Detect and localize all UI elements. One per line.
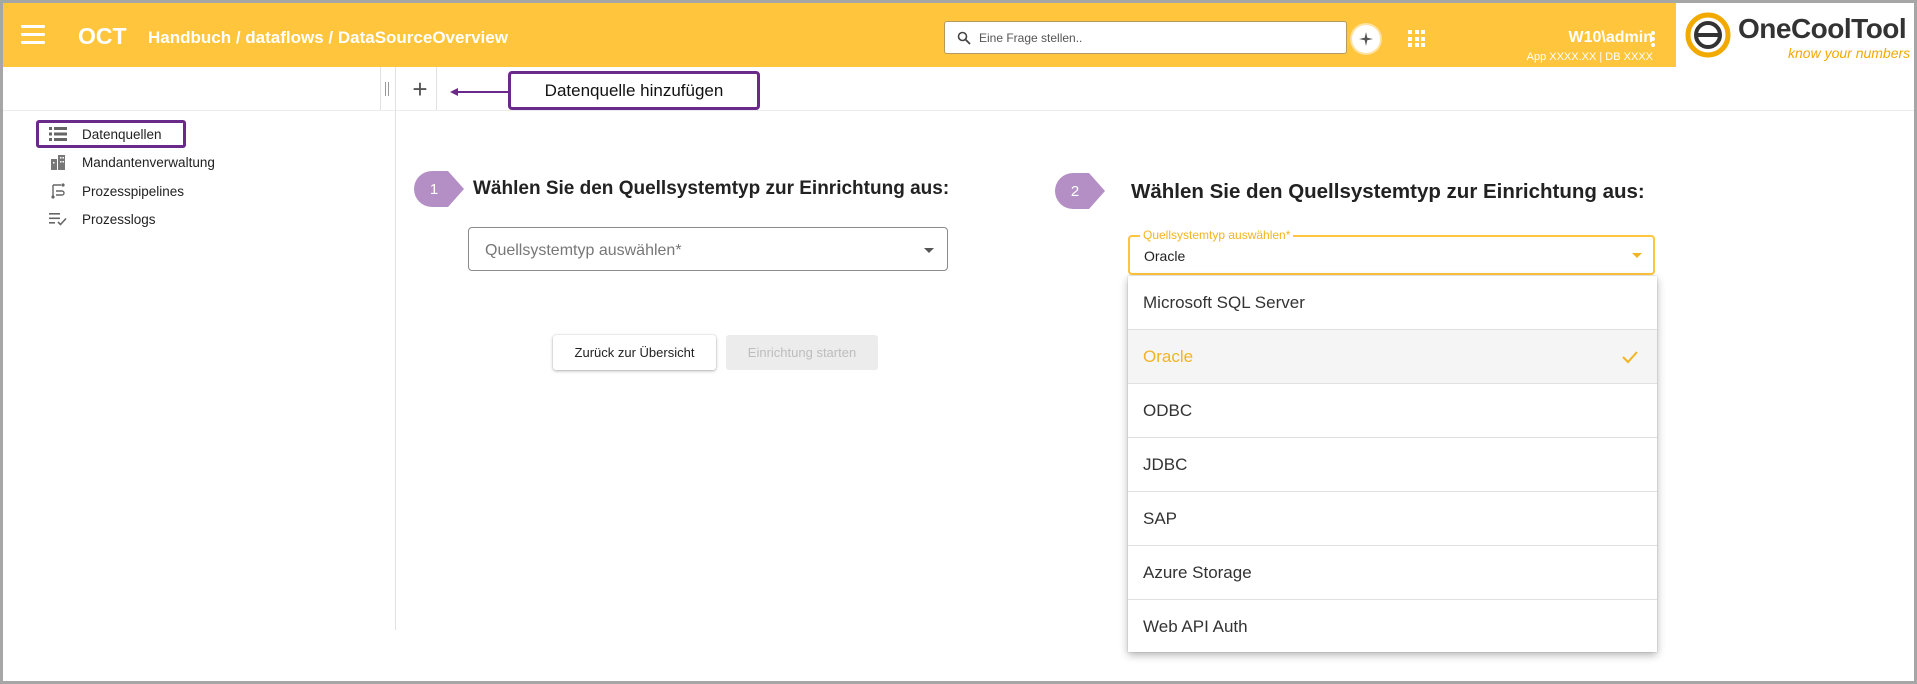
toolbar-bottom-border — [3, 110, 1914, 111]
sidebar-item-mandantenverwaltung[interactable]: Mandantenverwaltung — [48, 151, 215, 173]
chevron-down-icon — [1632, 253, 1642, 258]
list-icon — [48, 126, 68, 142]
logo-name: OneCoolTool — [1738, 13, 1907, 44]
sidebar-item-prozesslogs[interactable]: Prozesslogs — [48, 208, 156, 230]
sidebar-item-label: Mandantenverwaltung — [82, 154, 215, 170]
hamburger-menu-icon[interactable] — [21, 25, 45, 45]
step-badge-1: 1 — [414, 171, 464, 207]
pipeline-icon — [48, 183, 68, 199]
top-bar: OCT Handbuch / dataflows / DataSourceOve… — [3, 3, 1914, 67]
log-check-icon — [48, 211, 68, 227]
search-box[interactable] — [944, 21, 1347, 54]
annotation-callout: Datenquelle hinzufügen — [508, 71, 760, 110]
app-window: OCT Handbuch / dataflows / DataSourceOve… — [3, 3, 1914, 681]
sidebar-item-label: Prozesslogs — [82, 211, 156, 227]
source-type-dropdown: Microsoft SQL Server Oracle ODBC JDBC SA… — [1128, 276, 1657, 652]
toolbar-divider — [395, 67, 396, 110]
sidebar-item-label: Datenquellen — [82, 126, 162, 142]
brand-logo: OneCoolTool know your numbers — [1676, 3, 1914, 67]
dropdown-option[interactable]: Web API Auth — [1128, 600, 1657, 654]
option-label: Oracle — [1143, 347, 1194, 366]
buildings-icon — [48, 154, 68, 170]
source-type-select[interactable]: Quellsystemtyp auswählen* — [468, 227, 948, 271]
step-badge-number: 2 — [1071, 183, 1079, 200]
breadcrumb: Handbuch / dataflows / DataSourceOvervie… — [148, 28, 508, 47]
search-input[interactable] — [979, 28, 1334, 48]
user-name[interactable]: W10\admin — [1503, 29, 1653, 47]
logo-mark-icon — [1685, 12, 1731, 58]
version-info: App XXXX.XX | DB XXXX — [1526, 51, 1653, 63]
sidebar-item-prozesspipelines[interactable]: Prozesspipelines — [48, 180, 184, 202]
option-label: JDBC — [1143, 455, 1188, 474]
toolbar-divider — [380, 67, 381, 110]
select-value: Oracle — [1144, 248, 1186, 264]
sidebar-item-datenquellen[interactable]: Datenquellen — [48, 123, 162, 145]
dropdown-option-selected[interactable]: Oracle — [1128, 330, 1657, 384]
step-title: Wählen Sie den Quellsystemtyp zur Einric… — [473, 178, 950, 199]
dropdown-option[interactable]: SAP — [1128, 492, 1657, 546]
annotation-arrow-icon — [450, 88, 510, 96]
dropdown-option[interactable]: Microsoft SQL Server — [1128, 276, 1657, 330]
add-datasource-button[interactable]: + — [405, 75, 435, 105]
toolbar-divider — [436, 67, 437, 110]
source-type-select-open[interactable]: Quellsystemtyp auswählen* Oracle — [1128, 228, 1655, 275]
dropdown-option[interactable]: Azure Storage — [1128, 546, 1657, 600]
option-label: ODBC — [1143, 401, 1193, 420]
option-label: SAP — [1143, 509, 1178, 528]
step-title: Wählen Sie den Quellsystemtyp zur Einric… — [1131, 180, 1645, 203]
option-label: Azure Storage — [1143, 563, 1252, 582]
option-label: Microsoft SQL Server — [1143, 293, 1305, 312]
step-badge-number: 1 — [430, 181, 438, 198]
sidebar-item-label: Prozesspipelines — [82, 183, 185, 199]
sparkle-icon — [1359, 32, 1373, 46]
panel-resize-handle[interactable] — [385, 82, 391, 96]
logo-tagline: know your numbers — [1788, 45, 1911, 61]
dropdown-option[interactable]: JDBC — [1128, 438, 1657, 492]
sidebar-divider — [395, 110, 396, 630]
search-icon — [957, 31, 971, 45]
option-label: Web API Auth — [1143, 617, 1248, 636]
app-name[interactable]: OCT — [78, 23, 127, 50]
chevron-down-icon — [924, 248, 934, 253]
checkmark-icon — [1622, 351, 1638, 364]
dropdown-option[interactable]: ODBC — [1128, 384, 1657, 438]
more-vert-icon[interactable] — [1651, 31, 1657, 47]
select-placeholder: Quellsystemtyp auswählen* — [485, 242, 682, 259]
back-to-overview-button[interactable]: Zurück zur Übersicht — [553, 335, 716, 370]
apps-grid-icon[interactable] — [1408, 30, 1425, 47]
start-setup-button[interactable]: Einrichtung starten — [726, 335, 878, 370]
step-badge-2: 2 — [1055, 173, 1105, 209]
select-label: Quellsystemtyp auswählen* — [1140, 228, 1294, 242]
ai-assist-button[interactable] — [1352, 25, 1380, 53]
